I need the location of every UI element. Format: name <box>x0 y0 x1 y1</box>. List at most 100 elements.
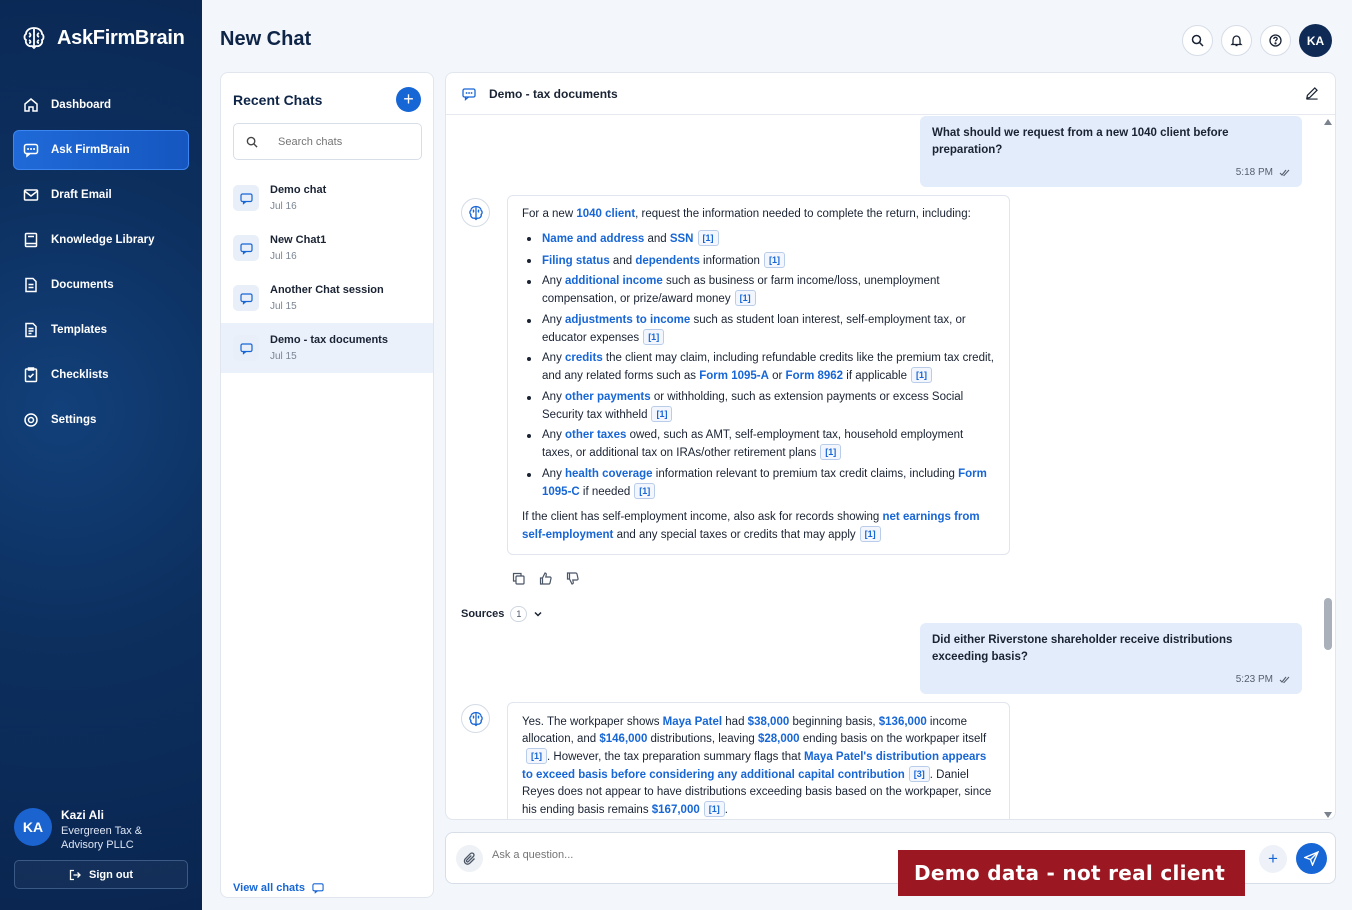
recent-chats-panel: Recent Chats + Demo chat Jul 16 New Chat1… <box>220 72 434 898</box>
sources-count-badge: 1 <box>510 606 528 622</box>
view-all-chats-link[interactable]: View all chats <box>233 882 324 894</box>
list-item: Any credits the client may claim, includ… <box>522 350 995 385</box>
sources-toggle[interactable]: Sources 1 <box>461 606 543 622</box>
help-button[interactable] <box>1260 25 1291 56</box>
conversation-title: Demo - tax documents <box>489 86 618 101</box>
bullet-list: Name and address and SSN [1] Filing statu… <box>522 230 995 501</box>
list-item[interactable]: Demo - tax documents Jul 15 <box>221 323 433 373</box>
question-input[interactable] <box>492 849 892 861</box>
chat-date: Jul 16 <box>270 201 297 212</box>
citation-badge[interactable]: [1] <box>634 482 656 499</box>
search-button[interactable] <box>1182 25 1213 56</box>
top-actions: KA <box>1182 24 1332 57</box>
sidebar-item-label: Draft Email <box>51 189 112 201</box>
search-chats-input[interactable] <box>278 135 398 148</box>
brand-logo[interactable]: AskFirmBrain <box>20 24 185 52</box>
assistant-message: For a new 1040 client, request the infor… <box>507 195 1010 555</box>
citation-badge[interactable]: [1] <box>697 230 719 246</box>
double-check-icon <box>1279 676 1290 684</box>
page-title: New Chat <box>220 28 312 50</box>
citation-badge[interactable]: [1] <box>859 525 881 542</box>
list-item[interactable]: New Chat1 Jul 16 <box>221 223 433 273</box>
list-item: Filing status and dependents information… <box>522 251 995 270</box>
chat-name: Demo chat <box>270 184 327 196</box>
list-item[interactable]: Demo chat Jul 16 <box>221 173 433 223</box>
sidebar-item-documents[interactable]: Documents <box>13 265 189 305</box>
list-item: Any additional income such as business o… <box>522 273 995 308</box>
view-all-label: View all chats <box>233 882 305 894</box>
list-item[interactable]: Another Chat session Jul 15 <box>221 273 433 323</box>
assistant-avatar <box>461 198 490 227</box>
chat-bubble-icon <box>233 235 259 261</box>
sidebar-item-settings[interactable]: Settings <box>13 400 189 440</box>
plus-icon: + <box>403 89 414 109</box>
send-button[interactable] <box>1296 843 1327 874</box>
citation-badge[interactable]: [1] <box>651 405 673 422</box>
thumbs-up-icon[interactable] <box>539 572 552 585</box>
mail-icon <box>23 189 39 201</box>
plus-icon: + <box>1268 849 1278 868</box>
sidebar-item-templates[interactable]: Templates <box>13 310 189 350</box>
chat-bubble-icon <box>233 185 259 211</box>
citation-badge[interactable]: [1] <box>703 801 725 817</box>
citation-badge[interactable]: [1] <box>526 748 547 764</box>
message-timestamp: 5:23 PM <box>932 671 1290 688</box>
message-text: Did either Riverstone shareholder receiv… <box>932 634 1233 663</box>
help-icon <box>1269 34 1282 47</box>
thumbs-down-icon[interactable] <box>566 572 579 585</box>
edit-icon[interactable] <box>1305 86 1319 100</box>
search-chats[interactable] <box>233 123 422 160</box>
scroll-up-arrow[interactable] <box>1324 119 1332 125</box>
citation-badge[interactable]: [1] <box>643 328 665 345</box>
assistant-avatar <box>461 704 490 733</box>
brain-logo-icon <box>468 711 483 726</box>
notifications-button[interactable] <box>1221 25 1252 56</box>
checklist-icon <box>24 367 38 383</box>
scroll-down-arrow[interactable] <box>1324 812 1332 818</box>
chat-bubble-icon <box>312 883 324 894</box>
chat-name: Demo - tax documents <box>270 334 388 346</box>
conversation-panel: Demo - tax documents What should we requ… <box>445 72 1336 820</box>
list-item: Any other taxes owed, such as AMT, self-… <box>522 427 995 462</box>
user-org: Evergreen Tax & Advisory PLLC <box>61 825 143 851</box>
copy-icon[interactable] <box>512 572 525 585</box>
sidebar-item-draft-email[interactable]: Draft Email <box>13 175 189 215</box>
user-message: Did either Riverstone shareholder receiv… <box>920 623 1302 694</box>
brain-logo-icon <box>468 205 483 220</box>
sidebar-item-label: Dashboard <box>51 99 112 111</box>
brain-logo-icon <box>23 27 45 50</box>
chevron-down-icon <box>534 611 542 617</box>
message-text: What should we request from a new 1040 c… <box>932 127 1229 156</box>
sidebar-item-checklists[interactable]: Checklists <box>13 355 189 395</box>
assistant-message: Yes. The workpaper shows Maya Patel had … <box>507 702 1010 819</box>
message-timestamp: 5:18 PM <box>932 164 1290 181</box>
sidebar-item-label: Documents <box>51 279 114 291</box>
chat-name: Another Chat session <box>270 284 384 296</box>
new-chat-button[interactable]: + <box>396 87 421 112</box>
scroll-thumb[interactable] <box>1324 598 1332 650</box>
citation-badge[interactable]: [1] <box>763 251 785 268</box>
user-profile[interactable]: KA Kazi Ali Evergreen Tax & Advisory PLL… <box>14 808 171 852</box>
avatar[interactable]: KA <box>1299 24 1332 57</box>
sidebar-item-ask-firmbrain[interactable]: Ask FirmBrain <box>13 130 189 170</box>
citation-badge[interactable]: [3] <box>908 766 930 782</box>
message-intro: For a new 1040 client, request the infor… <box>522 208 971 220</box>
scrollbar[interactable] <box>1321 116 1335 819</box>
sidebar-item-label: Settings <box>51 414 97 426</box>
citation-badge[interactable]: [1] <box>820 444 842 460</box>
sign-out-button[interactable]: Sign out <box>14 860 188 889</box>
sidebar-item-dashboard[interactable]: Dashboard <box>13 85 189 125</box>
message-outro: If the client has self-employment income… <box>522 510 980 542</box>
attach-button[interactable] <box>456 845 483 872</box>
list-item: Any other payments or withholding, such … <box>522 389 995 424</box>
citation-badge[interactable]: [1] <box>911 367 933 383</box>
list-item: Any health coverage information relevant… <box>522 466 995 501</box>
sign-out-label: Sign out <box>89 868 133 881</box>
template-icon <box>25 322 37 338</box>
brand-name: AskFirmBrain <box>57 26 185 49</box>
messages-area: What should we request from a new 1040 c… <box>446 116 1322 819</box>
add-button[interactable]: + <box>1259 845 1287 873</box>
double-check-icon <box>1279 169 1290 177</box>
citation-badge[interactable]: [1] <box>734 290 756 306</box>
sidebar-item-knowledge-library[interactable]: Knowledge Library <box>13 220 189 260</box>
